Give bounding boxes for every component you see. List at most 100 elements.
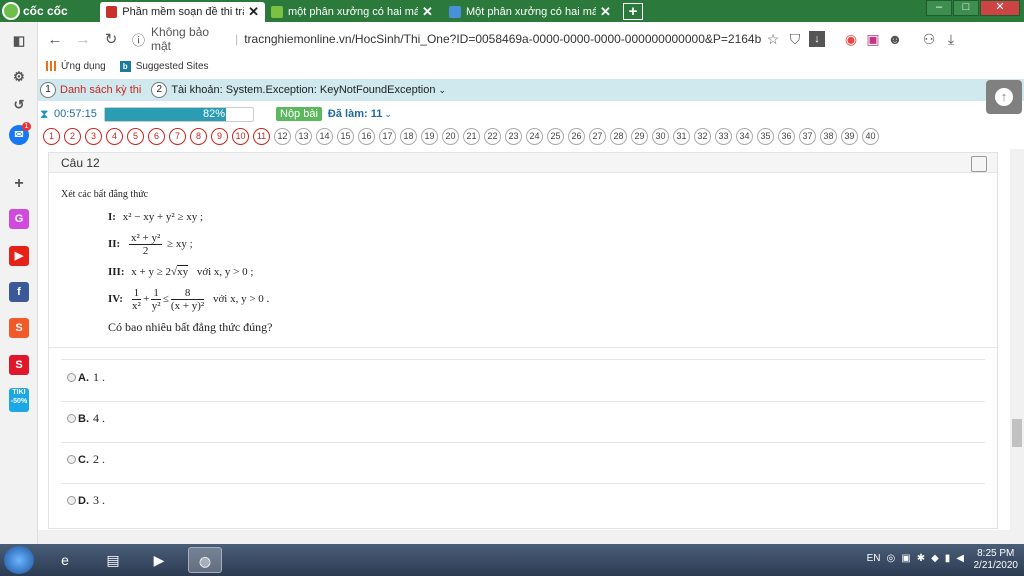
option-b[interactable]: B. 4 . xyxy=(67,411,105,426)
question-number-3[interactable]: 3 xyxy=(85,128,102,145)
option-d[interactable]: D. 3 . xyxy=(67,493,105,508)
question-number-27[interactable]: 27 xyxy=(589,128,606,145)
question-number-26[interactable]: 26 xyxy=(568,128,585,145)
tab-phan-mem[interactable]: Phần mềm soạn đề thi trắc nghiệm ✕ xyxy=(100,2,265,22)
question-number-22[interactable]: 22 xyxy=(484,128,501,145)
vertical-scrollbar[interactable] xyxy=(1010,149,1024,530)
question-number-31[interactable]: 31 xyxy=(673,128,690,145)
question-number-20[interactable]: 20 xyxy=(442,128,459,145)
download-box-icon[interactable]: ↓ xyxy=(809,31,825,47)
question-number-10[interactable]: 10 xyxy=(232,128,249,145)
question-number-4[interactable]: 4 xyxy=(106,128,123,145)
done-count[interactable]: Đã làm: 11 xyxy=(328,108,382,120)
question-number-23[interactable]: 23 xyxy=(505,128,522,145)
scroll-to-top-button[interactable]: ↑ xyxy=(986,80,1022,114)
question-number-11[interactable]: 11 xyxy=(253,128,270,145)
tiki-icon[interactable]: TIKI -50% xyxy=(9,388,29,412)
question-number-30[interactable]: 30 xyxy=(652,128,669,145)
downloads-icon[interactable]: ⤓ xyxy=(940,31,962,48)
clock[interactable]: 8:25 PM 2/21/2020 xyxy=(974,548,1019,572)
close-tab-icon[interactable]: ✕ xyxy=(422,4,433,20)
submit-button[interactable]: Nộp bài xyxy=(276,107,322,121)
question-number-8[interactable]: 8 xyxy=(190,128,207,145)
radio-button[interactable] xyxy=(67,455,76,464)
history-icon[interactable]: ↺ xyxy=(9,95,29,115)
question-number-19[interactable]: 19 xyxy=(421,128,438,145)
back-icon[interactable]: ← xyxy=(44,31,66,48)
new-tab-button[interactable]: + xyxy=(623,3,643,20)
question-number-32[interactable]: 32 xyxy=(694,128,711,145)
coccoc-taskbar-icon[interactable]: ◍ xyxy=(188,547,222,573)
tray-app-icon[interactable]: ◎ xyxy=(887,553,896,564)
radio-button[interactable] xyxy=(67,373,76,382)
bookmark-suggested-sites[interactable]: b Suggested Sites xyxy=(119,60,209,72)
maximize-icon[interactable]: □ xyxy=(953,0,979,16)
add-app-icon[interactable]: + xyxy=(9,174,29,194)
question-number-36[interactable]: 36 xyxy=(778,128,795,145)
question-number-7[interactable]: 7 xyxy=(169,128,186,145)
question-number-29[interactable]: 29 xyxy=(631,128,648,145)
question-number-1[interactable]: 1 xyxy=(43,128,60,145)
account-icon[interactable]: ⚇ xyxy=(918,31,940,48)
question-number-2[interactable]: 2 xyxy=(64,128,81,145)
question-number-24[interactable]: 24 xyxy=(526,128,543,145)
volume-icon[interactable]: ◀ xyxy=(956,553,964,564)
youtube-icon[interactable]: ▶ xyxy=(9,246,29,266)
exam-list-link[interactable]: Danh sách kỳ thi xyxy=(60,84,141,96)
internet-explorer-icon[interactable]: e xyxy=(48,547,82,573)
account-menu[interactable]: Tài khoản: System.Exception: KeyNotFound… xyxy=(171,84,435,96)
sidebar-toggle-icon[interactable]: ◧ xyxy=(9,31,29,51)
start-button[interactable] xyxy=(4,546,34,574)
question-number-39[interactable]: 39 xyxy=(841,128,858,145)
tray-shield-icon[interactable]: ◆ xyxy=(931,553,939,564)
forward-icon[interactable]: → xyxy=(72,31,94,48)
question-number-16[interactable]: 16 xyxy=(358,128,375,145)
question-number-9[interactable]: 9 xyxy=(211,128,228,145)
bluetooth-icon[interactable]: ✱ xyxy=(917,553,925,564)
facebook-icon[interactable]: f xyxy=(9,282,29,302)
question-number-34[interactable]: 34 xyxy=(736,128,753,145)
window-close-icon[interactable]: ✕ xyxy=(980,0,1020,16)
shield-icon[interactable]: ⛉ xyxy=(784,31,806,48)
question-number-21[interactable]: 21 xyxy=(463,128,480,145)
network-icon[interactable]: ▮ xyxy=(945,553,951,564)
bookmark-star-icon[interactable]: ☆ xyxy=(762,31,784,48)
tray-v-icon[interactable]: ▣ xyxy=(901,553,910,564)
question-number-13[interactable]: 13 xyxy=(295,128,312,145)
close-tab-icon[interactable]: ✕ xyxy=(248,4,259,20)
question-number-12[interactable]: 12 xyxy=(274,128,291,145)
chevron-down-icon[interactable]: ⌄ xyxy=(438,85,446,96)
radio-button[interactable] xyxy=(67,414,76,423)
horizontal-scrollbar[interactable] xyxy=(38,530,1024,544)
question-number-35[interactable]: 35 xyxy=(757,128,774,145)
option-c[interactable]: C. 2 . xyxy=(67,452,105,467)
question-number-18[interactable]: 18 xyxy=(400,128,417,145)
media-player-icon[interactable]: ▶ xyxy=(142,547,176,573)
sendo-icon[interactable]: S xyxy=(9,355,29,375)
radio-button[interactable] xyxy=(67,496,76,505)
file-explorer-icon[interactable]: ▤ xyxy=(96,547,130,573)
question-number-17[interactable]: 17 xyxy=(379,128,396,145)
settings-gear-icon[interactable]: ⚙ xyxy=(9,67,29,87)
option-a[interactable]: A. 1 . xyxy=(67,370,105,385)
question-number-25[interactable]: 25 xyxy=(547,128,564,145)
edit-note-icon[interactable] xyxy=(971,156,987,172)
instagram-icon[interactable]: ▣ xyxy=(862,31,884,48)
question-number-40[interactable]: 40 xyxy=(862,128,879,145)
tab-mot-phan-xuong-1[interactable]: một phân xưởng có hai máy đặc biệt ✕ xyxy=(265,2,443,22)
close-tab-icon[interactable]: ✕ xyxy=(600,4,611,20)
info-icon[interactable]: ⓘ xyxy=(132,30,145,49)
question-number-38[interactable]: 38 xyxy=(820,128,837,145)
chevron-down-icon[interactable]: ⌄ xyxy=(384,109,392,120)
question-number-15[interactable]: 15 xyxy=(337,128,354,145)
question-number-37[interactable]: 37 xyxy=(799,128,816,145)
question-number-14[interactable]: 14 xyxy=(316,128,333,145)
scrollbar-thumb[interactable] xyxy=(1012,419,1022,447)
minimize-icon[interactable]: – xyxy=(926,0,952,16)
question-number-33[interactable]: 33 xyxy=(715,128,732,145)
question-number-6[interactable]: 6 xyxy=(148,128,165,145)
bookmark-apps[interactable]: Ứng dụng xyxy=(46,61,106,72)
coccoc-brand[interactable]: cốc cốc xyxy=(2,1,68,21)
game-app-icon[interactable]: G xyxy=(9,209,29,229)
language-indicator[interactable]: EN xyxy=(867,553,881,564)
